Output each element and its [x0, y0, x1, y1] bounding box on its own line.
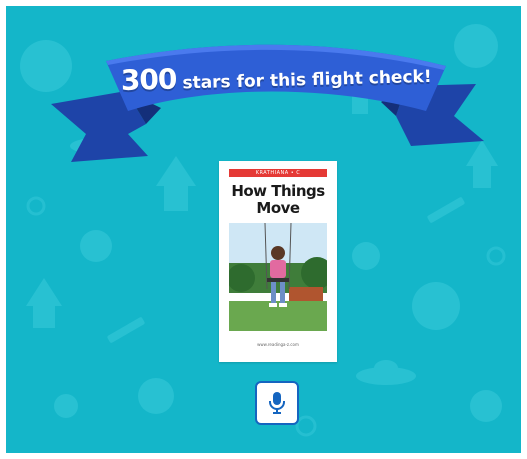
book-level-label: KRATHIANA • C: [229, 169, 327, 177]
planet-shape: [352, 242, 380, 270]
rocket-shape: [26, 278, 62, 328]
book-cover-photo: [229, 223, 327, 331]
satellite-shape: [107, 317, 145, 343]
book-footer: www.readinga-z.com: [257, 342, 299, 347]
record-button[interactable]: [255, 381, 299, 425]
satellite-shape: [427, 197, 465, 223]
banner-message: 300 stars for this flight check!: [120, 56, 441, 104]
planet-shape: [80, 230, 112, 262]
planet-shape: [54, 394, 78, 418]
ufo-shape: [374, 360, 398, 376]
planet-shape: [412, 282, 460, 330]
book-title: How Things Move: [231, 182, 325, 217]
book-cover[interactable]: KRATHIANA • C How Things Move www.readin…: [219, 161, 337, 362]
planet-shape: [470, 390, 502, 422]
stars-count: 300: [120, 62, 177, 97]
microphone-icon: [269, 392, 285, 414]
flight-check-screen: 300 stars for this flight check! KRATHIA…: [6, 6, 521, 453]
banner-label: stars for this flight check!: [182, 66, 432, 94]
planet-shape: [138, 378, 174, 414]
